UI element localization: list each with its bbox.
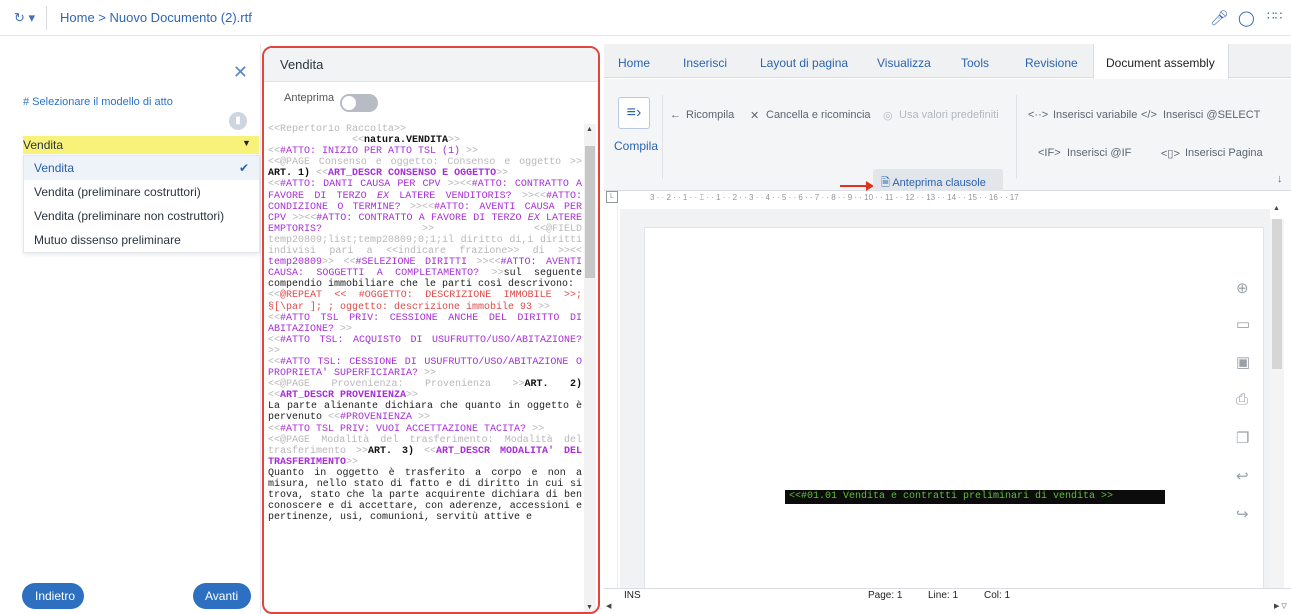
recompile-button[interactable]: Ricompila xyxy=(686,109,734,121)
pin-icon[interactable]: ↓ xyxy=(1277,173,1283,185)
copy-icon[interactable]: ❐ xyxy=(1236,429,1249,447)
status-bar: INS Page: 1 Line: 1 Col: 1 xyxy=(604,588,1291,602)
microphone-icon[interactable]: 🎤︎ xyxy=(1210,9,1229,27)
template-code-view[interactable]: <<Repertorio Raccolta>> <<natura.VENDITA… xyxy=(268,124,582,612)
breadcrumb[interactable]: Home > Nuovo Documento (2).rtf xyxy=(60,10,252,25)
use-defaults-button[interactable]: Usa valori predefiniti xyxy=(899,109,999,121)
dropdown-option[interactable]: Vendita (preliminare costruttori) xyxy=(24,180,259,204)
side-toolbar: ⊕ ▭ ▣ ⎙ ❐ ↩ ↪ xyxy=(1232,269,1258,534)
insert-if-button[interactable]: Inserisci @IF xyxy=(1067,147,1131,159)
compile-icon[interactable]: ≡› xyxy=(618,97,650,129)
scroll-thumb[interactable] xyxy=(1272,219,1282,369)
chevron-down-icon[interactable]: ▼ xyxy=(242,138,251,148)
column-indicator: Col: 1 xyxy=(984,590,1011,601)
document-page[interactable]: <<#01.01 Vendita e contratti preliminari… xyxy=(644,227,1264,607)
next-button[interactable]: Avanti xyxy=(193,583,251,609)
insert-select-button[interactable]: Inserisci @SELECT xyxy=(1163,109,1260,121)
panel-title: Vendita xyxy=(264,48,598,82)
check-icon: ✔ xyxy=(238,161,249,175)
horizontal-ruler: L 3 · · 2 · · 1 · · ⌶ · · 1 · · 2 · · 3 … xyxy=(604,191,1291,205)
tab-revisione[interactable]: Revisione xyxy=(1025,44,1078,78)
if-icon: <IF> xyxy=(1038,147,1061,159)
divider xyxy=(662,95,663,179)
preview-toggle[interactable] xyxy=(340,94,378,112)
divider xyxy=(1016,95,1017,179)
redo-icon[interactable]: ↪ xyxy=(1236,505,1249,523)
dropdown-option[interactable]: Mutuo dissenso preliminare xyxy=(24,228,259,252)
template-code-panel: Vendita Anteprima <<Repertorio Raccolta>… xyxy=(262,46,600,614)
cancel-restart-button[interactable]: Cancella e ricomincia xyxy=(766,109,871,121)
page-indicator: Page: 1 xyxy=(868,590,903,601)
close-icon[interactable]: ✕ xyxy=(233,62,248,83)
compile-button[interactable]: Compila xyxy=(614,139,658,153)
template-select[interactable]: Vendita xyxy=(23,136,259,154)
insert-mode: INS xyxy=(624,590,641,601)
document-scrollbar[interactable]: ▲ xyxy=(1270,205,1284,589)
close-icon: ✕ xyxy=(750,110,760,122)
tab-tools[interactable]: Tools xyxy=(961,44,989,78)
ribbon-toolbar: ≡› Compila ← Ricompila ✕ Cancella e rico… xyxy=(604,79,1291,197)
dropdown-option[interactable]: Vendita ✔ xyxy=(24,156,259,180)
select-icon: </> xyxy=(1141,109,1157,121)
tab-stop-icon[interactable]: L xyxy=(606,191,618,203)
trash-icon[interactable]: ▮ xyxy=(229,112,247,130)
apps-grid-icon[interactable]: ∷∷ xyxy=(1267,9,1282,23)
red-arrow xyxy=(840,185,868,187)
history-icon[interactable]: ↻ ▾ xyxy=(14,10,35,26)
tab-layout[interactable]: Layout di pagina xyxy=(760,44,848,78)
select-template-hint: # Selezionare il modello di atto xyxy=(23,96,173,108)
page-icon: <▯> xyxy=(1161,148,1180,160)
line-indicator: Line: 1 xyxy=(928,590,959,601)
scroll-thumb[interactable] xyxy=(585,146,595,278)
new-document-icon[interactable]: ⊕ xyxy=(1236,279,1249,297)
preview-label: Anteprima xyxy=(284,92,335,104)
search-icon[interactable]: ◯ xyxy=(1238,9,1255,27)
document-search-icon: 🗎︎ xyxy=(881,177,890,189)
undo-icon: ← xyxy=(670,109,681,121)
tab-document-assembly[interactable]: Document assembly xyxy=(1093,44,1229,79)
folder-icon[interactable]: ▭ xyxy=(1236,315,1250,333)
dropdown-option[interactable]: Vendita (preliminare non costruttori) xyxy=(24,204,259,228)
template-dropdown-list: Vendita ✔ Vendita (preliminare costruttor… xyxy=(23,155,260,253)
code-scrollbar[interactable]: ▲ ▼ xyxy=(584,124,596,612)
defaults-icon: ◎ xyxy=(883,110,893,122)
template-code-text: <<Repertorio Raccolta>> <<natura.VENDITA… xyxy=(268,124,582,524)
template-selector-panel: ✕ # Selezionare il modello di atto ▮ Ven… xyxy=(10,44,261,614)
top-bar: ↻ ▾ Home > Nuovo Documento (2).rtf 🎤︎ ◯ … xyxy=(0,0,1291,36)
editor-panel: Home Inserisci Layout di pagina Visualiz… xyxy=(604,44,1291,614)
document-canvas[interactable]: <<#01.01 Vendita e contratti preliminari… xyxy=(620,209,1270,607)
template-title-field: <<#01.01 Vendita e contratti preliminari… xyxy=(785,490,1165,504)
divider xyxy=(46,6,47,30)
ribbon-tabs: Home Inserisci Layout di pagina Visualiz… xyxy=(604,44,1291,79)
insert-page-button[interactable]: Inserisci Pagina xyxy=(1185,147,1263,159)
horizontal-scrollbar[interactable]: ◀ ▶ ▽ xyxy=(604,602,1291,614)
undo-icon[interactable]: ↩ xyxy=(1236,467,1249,485)
back-button[interactable]: Indietro xyxy=(22,583,84,609)
save-icon[interactable]: ▣ xyxy=(1236,353,1250,371)
variable-icon: <··> xyxy=(1028,109,1049,121)
vertical-ruler xyxy=(604,205,618,605)
tab-inserisci[interactable]: Inserisci xyxy=(683,44,727,78)
tab-home[interactable]: Home xyxy=(618,44,650,78)
tab-visualizza[interactable]: Visualizza xyxy=(877,44,931,78)
insert-variable-button[interactable]: Inserisci variabile xyxy=(1053,109,1137,121)
print-icon[interactable]: ⎙ xyxy=(1236,391,1248,408)
